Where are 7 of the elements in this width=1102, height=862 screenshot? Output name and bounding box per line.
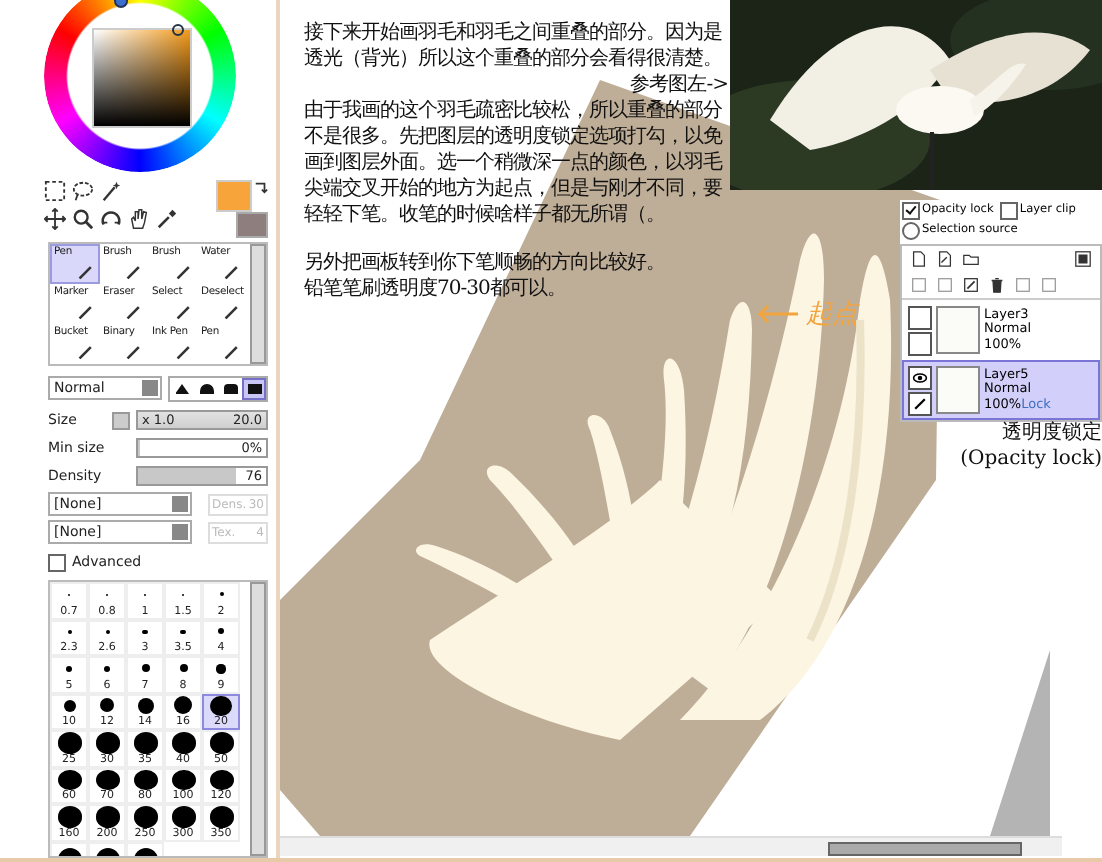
reference-note: 参考图左-> [628,72,728,98]
caption: (Opacity lock) [960,446,1102,472]
paragraph: 另外把画板转到你下笔顺畅的方向比较好。 [304,250,667,276]
caption: 透明度锁定 [1002,420,1102,446]
handwritten-note: 起点 [806,298,858,332]
paragraph: 接下来开始画羽毛和羽毛之间重叠的部分。因为是透光（背光）所以这个重叠的部分会看得很清楚。 [304,20,724,72]
paragraph: 铅笔笔刷透明度70-30都可以。 [304,276,568,302]
